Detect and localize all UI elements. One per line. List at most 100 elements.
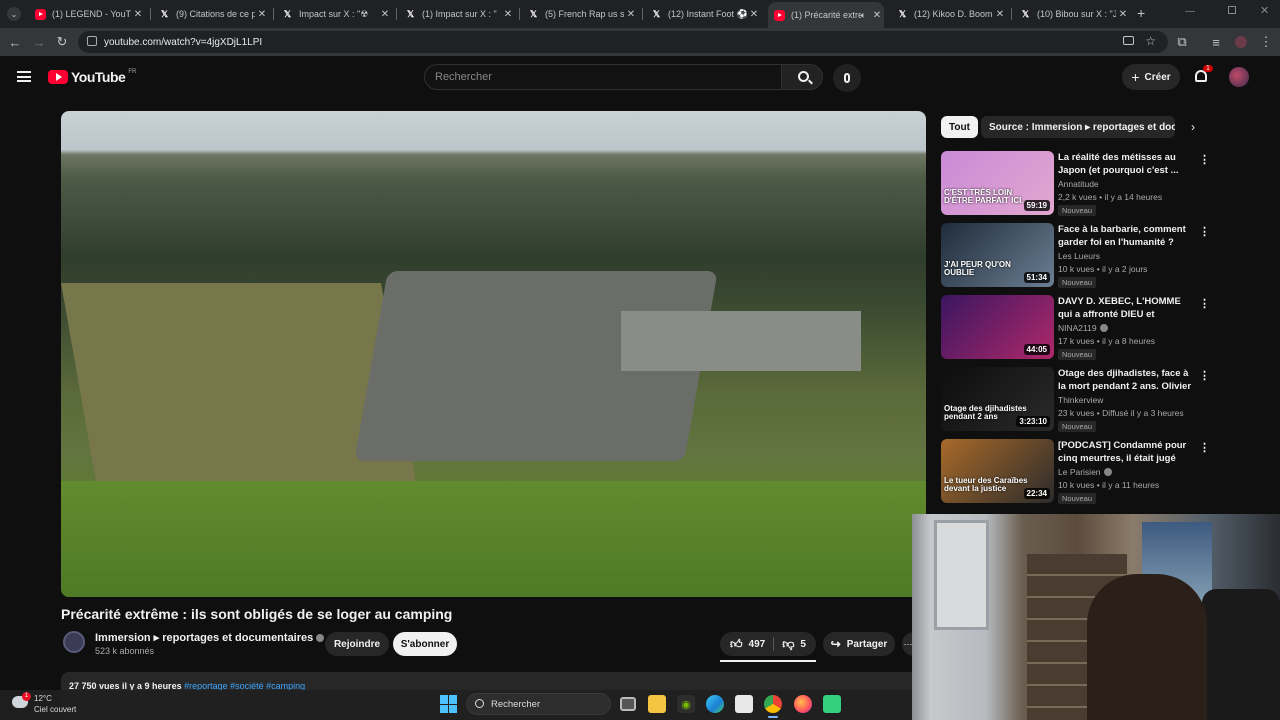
- recommendation-card[interactable]: C'EST TRÈS LOIN D'ÊTRE PARFAIT ICI.. 59:1…: [941, 151, 1216, 217]
- extensions-icon[interactable]: ⧉: [1173, 33, 1191, 51]
- video-thumbnail[interactable]: C'EST TRÈS LOIN D'ÊTRE PARFAIT ICI.. 59:1…: [941, 151, 1054, 215]
- chrome-icon[interactable]: [764, 695, 782, 713]
- recommendation-card[interactable]: 44:05 DAVY D. XEBEC, L'HOMME qui a affron…: [941, 295, 1216, 361]
- notifications-button[interactable]: 1: [1193, 65, 1213, 86]
- more-options-icon[interactable]: ⋮: [1199, 369, 1210, 382]
- close-window-icon[interactable]: ✕: [1260, 4, 1269, 17]
- media-control-icon[interactable]: ≡: [1207, 33, 1225, 51]
- more-options-icon[interactable]: ⋮: [1199, 297, 1210, 310]
- browser-tab[interactable]: 𝕏 (1) Impact sur X : " ✕: [399, 4, 515, 24]
- recommendation-channel[interactable]: Thinkerview: [1058, 395, 1103, 405]
- chevron-right-icon[interactable]: ›: [1184, 118, 1202, 136]
- tab-close-icon[interactable]: ✕: [501, 9, 515, 20]
- chrome-menu-icon[interactable]: ⋮: [1257, 33, 1275, 51]
- x-icon: 𝕏: [529, 8, 538, 19]
- minimize-icon[interactable]: —: [1185, 6, 1195, 17]
- channel-name[interactable]: Immersion ▸ reportages et documentaires: [95, 631, 325, 644]
- browser-tab[interactable]: (1) LEGEND - YouTube✕: [29, 4, 145, 24]
- recommendation-channel[interactable]: Annatitude: [1058, 179, 1099, 189]
- back-icon[interactable]: ←: [6, 33, 24, 51]
- browser-tab[interactable]: 𝕏 Impact sur X : "☢ ✕: [276, 4, 392, 24]
- tab-separator: [519, 8, 520, 20]
- recommendation-title[interactable]: Otage des djihadistes, face à la mort pe…: [1058, 367, 1196, 393]
- windows-start-icon[interactable]: [440, 695, 458, 713]
- nvidia-icon[interactable]: ◉: [677, 695, 695, 713]
- recommendation-channel[interactable]: NINA2119: [1058, 323, 1108, 333]
- chip-source-immersion[interactable]: Source : Immersion ▸ reportages et docum…: [981, 116, 1175, 138]
- install-icon[interactable]: [1123, 36, 1134, 45]
- bookmark-star-icon[interactable]: ☆: [1145, 34, 1156, 48]
- tab-audio-icon[interactable]: 🔈︎: [861, 10, 866, 21]
- search-button[interactable]: [781, 64, 823, 90]
- recommendation-title[interactable]: La réalité des métisses au Japon (et pou…: [1058, 151, 1196, 177]
- recommendation-channel[interactable]: Les Lueurs: [1058, 251, 1100, 261]
- taskbar-search[interactable]: Rechercher: [466, 693, 611, 715]
- edge-icon[interactable]: [706, 695, 724, 713]
- profile-icon[interactable]: [1232, 33, 1250, 51]
- subscribe-button[interactable]: S'abonner: [393, 632, 457, 656]
- tab-close-icon[interactable]: ✕: [1116, 9, 1130, 20]
- voice-search-button[interactable]: [833, 64, 861, 92]
- tab-close-icon[interactable]: ✕: [993, 9, 1007, 20]
- video-thumbnail[interactable]: Otage des djihadistes pendant 2 ans 3:23:…: [941, 367, 1054, 431]
- restore-icon[interactable]: [1228, 6, 1236, 14]
- tab-close-icon[interactable]: ✕: [747, 9, 761, 20]
- channel-avatar[interactable]: [63, 631, 85, 653]
- recommendation-channel[interactable]: Le Parisien: [1058, 467, 1112, 477]
- like-button[interactable]: 👍︎ 497: [720, 637, 765, 652]
- hamburger-menu-icon[interactable]: [17, 71, 31, 82]
- recommendation-card[interactable]: J'AI PEUR QU'ON OUBLIE 51:34 Face à la bar…: [941, 223, 1216, 289]
- video-player[interactable]: [61, 111, 926, 597]
- chip-all[interactable]: Tout: [941, 116, 978, 138]
- recommendation-title[interactable]: Face à la barbarie, comment garder foi e…: [1058, 223, 1196, 249]
- browser-tab[interactable]: 𝕏 (9) Citations de ce po ✕: [153, 4, 269, 24]
- video-thumbnail[interactable]: Le tueur des Caraïbes devant la justice 2…: [941, 439, 1054, 503]
- more-options-icon[interactable]: ⋮: [1199, 441, 1210, 454]
- new-tab-button[interactable]: +: [1137, 5, 1145, 21]
- youtube-logo[interactable]: YouTube FR: [48, 69, 136, 85]
- weather-widget[interactable]: 1 12°C Ciel couvert: [12, 692, 76, 715]
- discord-icon[interactable]: [823, 695, 841, 713]
- new-badge: Nouveau: [1058, 277, 1097, 288]
- chrome-active-indicator: [768, 716, 778, 718]
- verified-icon: [1099, 324, 1108, 332]
- recommendation-card[interactable]: Le tueur des Caraïbes devant la justice 2…: [941, 439, 1216, 505]
- recommendation-channel-name: Thinkerview: [1058, 395, 1104, 405]
- more-options-icon[interactable]: ⋮: [1199, 225, 1210, 238]
- dislike-button[interactable]: 👎︎ 5: [782, 637, 806, 652]
- recommendation-title[interactable]: DAVY D. XEBEC, L'HOMME qui a affronté DI…: [1058, 295, 1196, 321]
- tab-list-chevron-icon[interactable]: ⌄: [7, 7, 21, 21]
- browser-tab[interactable]: 𝕏 (10) Bibou sur X : "J'a ✕: [1014, 4, 1130, 24]
- tab-close-icon[interactable]: ✕: [624, 9, 638, 20]
- recommendation-card[interactable]: Otage des djihadistes pendant 2 ans 3:23:…: [941, 367, 1216, 433]
- site-info-icon[interactable]: [87, 36, 97, 46]
- recommendation-title[interactable]: [PODCAST] Condamné pour cinq meurtres, i…: [1058, 439, 1196, 465]
- youtube-play-icon: [48, 70, 68, 84]
- browser-tab[interactable]: 𝕏 (12) Instant Foot ⚽ ✕: [645, 4, 761, 24]
- search-input[interactable]: Rechercher: [424, 64, 782, 90]
- video-frame-cornfield: [61, 481, 926, 597]
- tab-close-icon[interactable]: ✕: [255, 9, 269, 20]
- create-button[interactable]: + Créer: [1122, 64, 1180, 90]
- browser-tab[interactable]: (1) Précarité extre 🔈︎ ✕: [768, 2, 884, 28]
- browser-tab[interactable]: 𝕏 (12) Kikoo D. Boom s ✕: [891, 4, 1007, 24]
- tab-close-icon[interactable]: ✕: [131, 9, 145, 20]
- browser-tab[interactable]: 𝕏 (5) French Rap us sur ✕: [522, 4, 638, 24]
- video-thumbnail[interactable]: 44:05: [941, 295, 1054, 359]
- like-divider: [773, 637, 775, 651]
- video-thumbnail[interactable]: J'AI PEUR QU'ON OUBLIE 51:34: [941, 223, 1054, 287]
- forward-icon[interactable]: →: [30, 33, 48, 51]
- join-button[interactable]: Rejoindre: [325, 632, 389, 656]
- tab-close-icon[interactable]: ✕: [378, 9, 392, 20]
- store-icon[interactable]: [735, 695, 753, 713]
- task-view-icon[interactable]: [620, 697, 636, 711]
- address-bar[interactable]: youtube.com/watch?v=4jgXDjL1LPI ☆: [78, 31, 1168, 53]
- reload-icon[interactable]: ↻: [53, 33, 71, 51]
- more-options-icon[interactable]: ⋮: [1199, 153, 1210, 166]
- file-explorer-icon[interactable]: [648, 695, 666, 713]
- tab-separator: [273, 8, 274, 20]
- account-avatar[interactable]: [1229, 67, 1249, 87]
- tab-close-icon[interactable]: ✕: [870, 10, 884, 21]
- firefox-icon[interactable]: [794, 695, 812, 713]
- share-button[interactable]: ↪ Partager: [823, 632, 895, 656]
